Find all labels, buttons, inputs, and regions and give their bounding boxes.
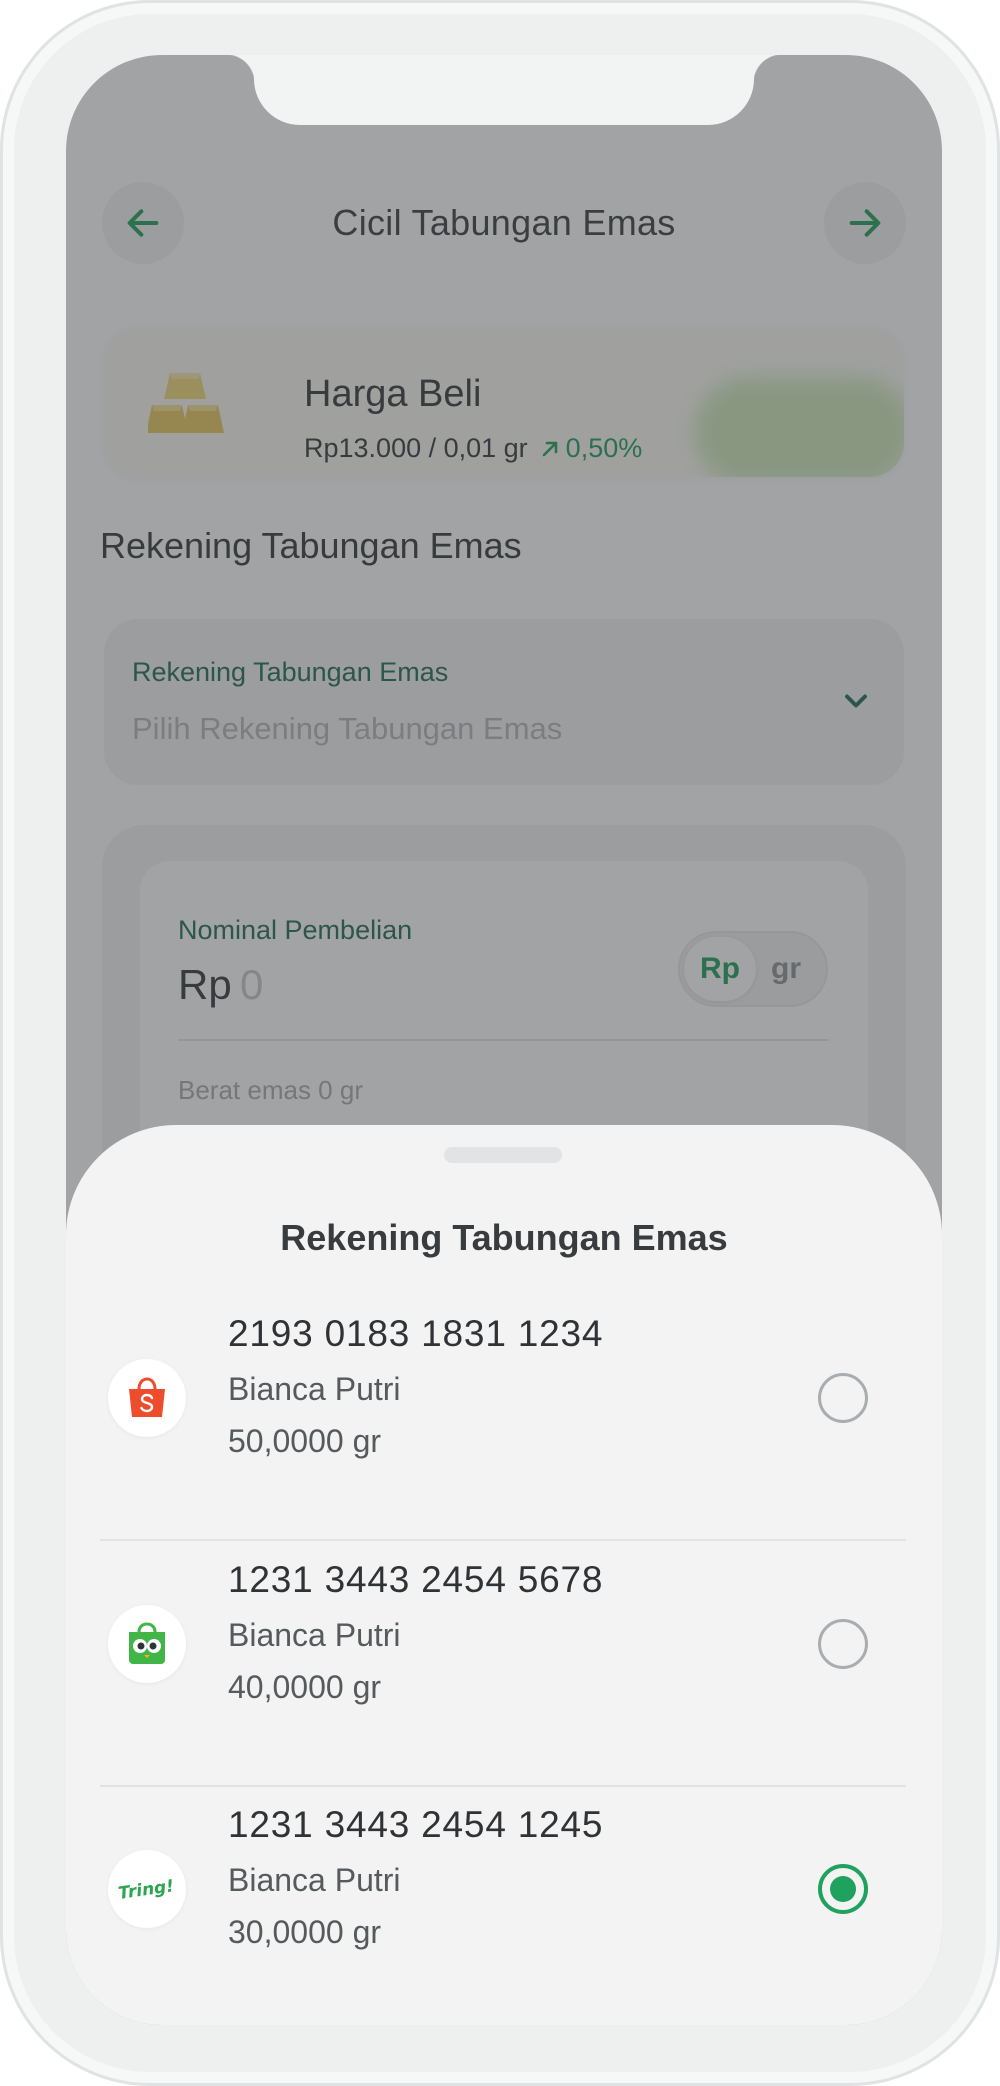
tring-logo-text: Tring! bbox=[117, 1876, 175, 1904]
phone-screen: Cicil Tabungan Emas Harga Beli Rp13.000 … bbox=[66, 55, 942, 2025]
account-bottom-sheet: Rekening Tabungan Emas 2193 0183 1831 12… bbox=[66, 1125, 942, 2025]
account-radio[interactable] bbox=[818, 1373, 868, 1423]
account-name: Bianca Putri bbox=[228, 1617, 401, 1653]
account-name: Bianca Putri bbox=[228, 1371, 401, 1407]
shopee-bag-icon bbox=[129, 1377, 165, 1417]
account-weight: 30,0000 gr bbox=[228, 1914, 382, 1950]
account-radio-selected[interactable] bbox=[818, 1864, 868, 1914]
account-weight: 40,0000 gr bbox=[228, 1669, 382, 1705]
account-logo bbox=[108, 1605, 186, 1683]
sheet-title: Rekening Tabungan Emas bbox=[280, 1217, 728, 1258]
sheet-drag-handle[interactable] bbox=[444, 1147, 562, 1163]
account-radio[interactable] bbox=[818, 1619, 868, 1669]
account-logo: Tring! bbox=[108, 1850, 186, 1928]
phone-notch bbox=[226, 55, 782, 125]
account-number: 2193 0183 1831 1234 bbox=[228, 1313, 604, 1354]
account-weight: 50,0000 gr bbox=[228, 1423, 382, 1459]
account-logo bbox=[108, 1359, 186, 1437]
tring-logo: Tring! bbox=[117, 1876, 175, 1904]
phone-frame: Cicil Tabungan Emas Harga Beli Rp13.000 … bbox=[0, 0, 1000, 2086]
account-number: 1231 3443 2454 1245 bbox=[228, 1804, 604, 1845]
account-item[interactable]: Tring! 1231 3443 2454 1245 Bianca Putri … bbox=[100, 1786, 906, 2025]
account-item[interactable]: 2193 0183 1831 1234 Bianca Putri 50,0000… bbox=[100, 1295, 906, 1541]
account-number: 1231 3443 2454 5678 bbox=[228, 1559, 604, 1600]
tokopedia-owl-icon bbox=[129, 1622, 165, 1664]
account-name: Bianca Putri bbox=[228, 1862, 401, 1898]
account-item[interactable]: 1231 3443 2454 5678 Bianca Putri 40,0000… bbox=[100, 1541, 906, 1787]
